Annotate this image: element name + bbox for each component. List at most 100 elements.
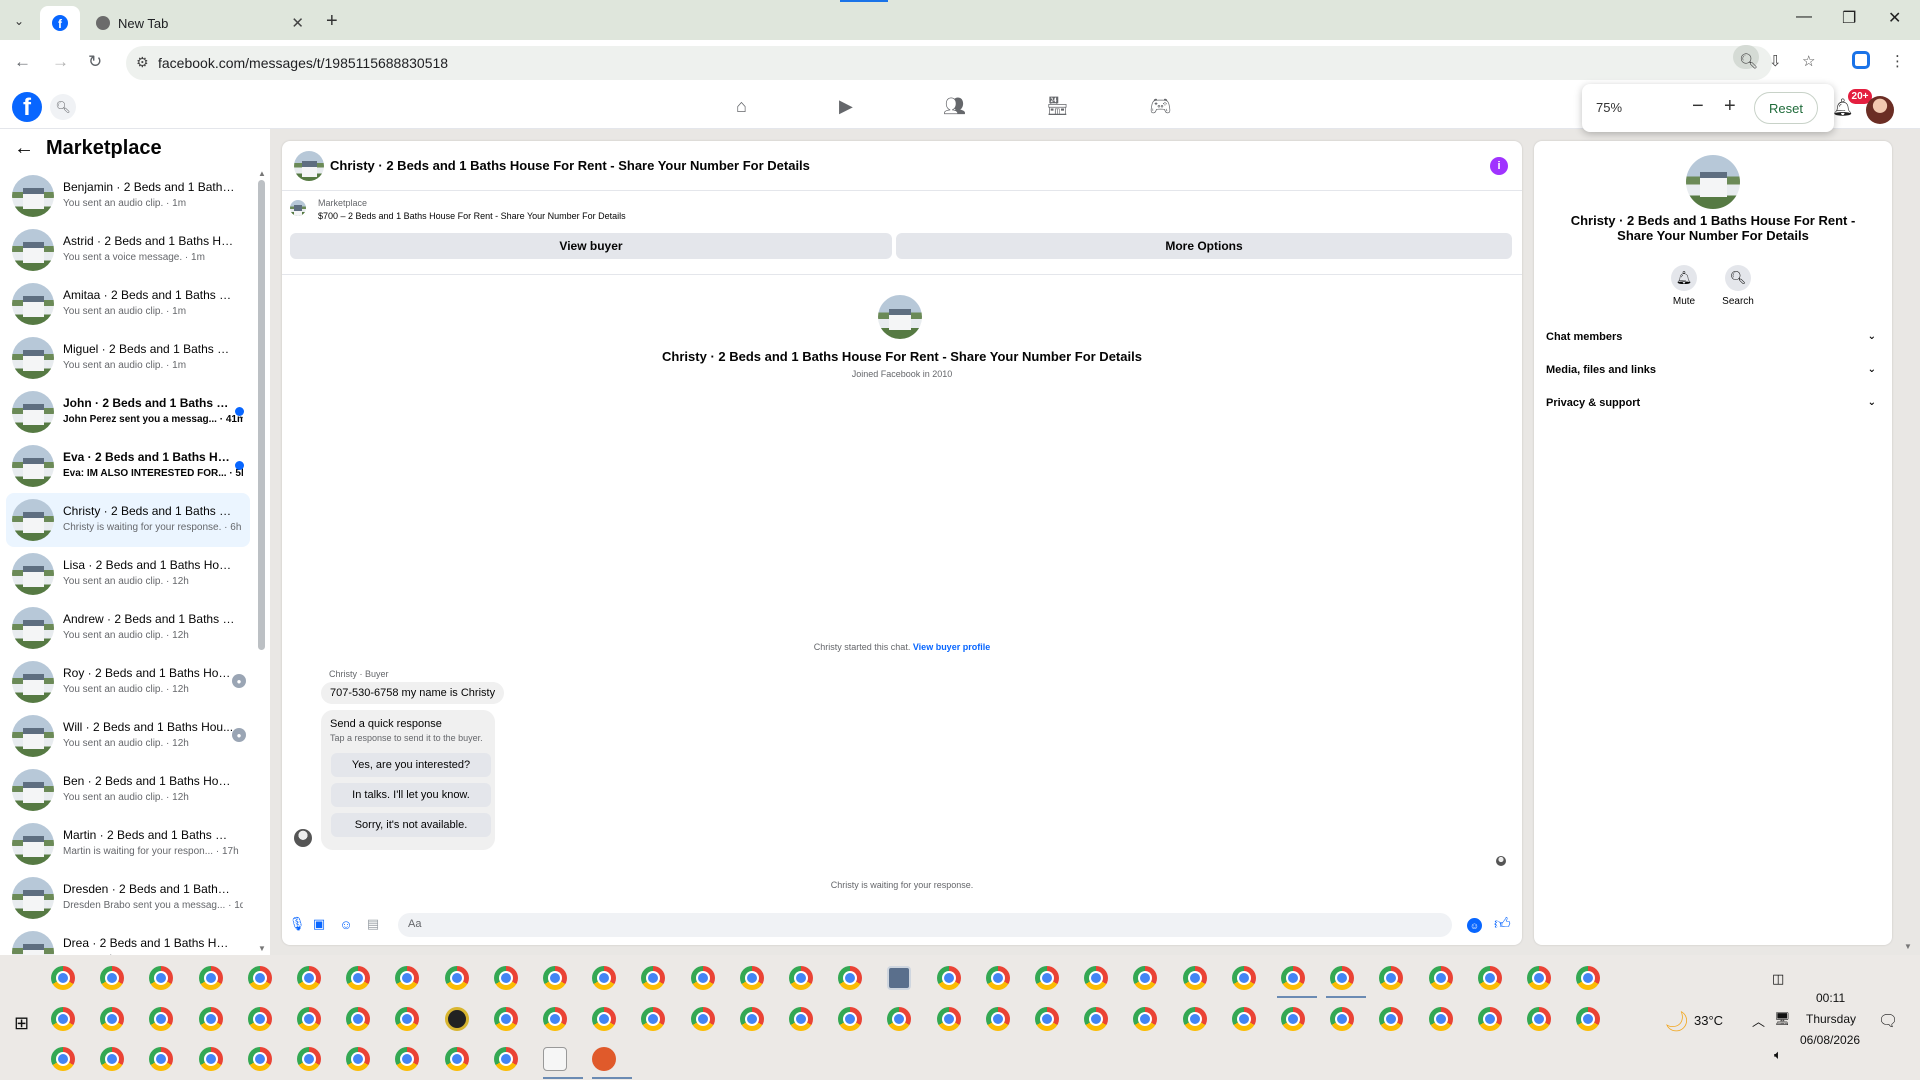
chrome-taskbar-icon[interactable] <box>690 1007 715 1031</box>
chrome-taskbar-icon[interactable] <box>346 966 371 990</box>
chrome-taskbar-icon[interactable] <box>838 966 863 990</box>
quick-reply-button[interactable]: Sorry, it's not available. <box>331 813 491 837</box>
chrome-taskbar-icon[interactable] <box>346 1007 371 1031</box>
bookmark-star-icon[interactable]: ☆ <box>1802 52 1815 70</box>
chrome-taskbar-icon[interactable] <box>838 1007 863 1031</box>
search-in-chat-button[interactable]: 🔍︎ Search <box>1718 265 1758 307</box>
chrome-taskbar-icon[interactable] <box>641 966 666 990</box>
friends-icon[interactable]: 👥︎ <box>943 96 966 117</box>
section-media-files-links[interactable]: Media, files and links ⌄ <box>1546 364 1880 386</box>
conversation-item[interactable]: Dresden · 2 Beds and 1 Baths H... Dresden… <box>6 871 250 925</box>
site-info-icon[interactable]: ⚙ <box>136 54 149 71</box>
chrome-taskbar-icon[interactable] <box>51 1047 75 1071</box>
conversation-item[interactable]: Drea · 2 Beds and 1 Baths Hous...Drea De… <box>6 925 250 955</box>
chrome-taskbar-icon[interactable] <box>395 966 420 990</box>
weather-icon[interactable]: 🌙︎ <box>1664 1009 1689 1034</box>
chrome-taskbar-icon[interactable] <box>1428 966 1453 990</box>
chrome-taskbar-icon[interactable] <box>1330 966 1355 990</box>
section-privacy-support[interactable]: Privacy & support ⌄ <box>1546 397 1880 419</box>
message-input[interactable]: Aa <box>398 913 1452 937</box>
chrome-taskbar-icon[interactable] <box>592 1007 617 1031</box>
menu-dots-icon[interactable]: ⋮ <box>1890 52 1905 70</box>
url-text[interactable]: facebook.com/messages/t/1985115688830518 <box>158 55 448 71</box>
back-button[interactable]: ← <box>14 52 31 72</box>
restore-button[interactable]: ❐ <box>1842 8 1856 28</box>
clock-date[interactable]: 06/08/2026 <box>1800 1033 1860 1047</box>
clock-time[interactable]: 00:11 <box>1816 991 1845 1005</box>
install-icon[interactable]: ⇩ <box>1769 52 1782 70</box>
page-scroll-down-arrow[interactable]: ▼ <box>1904 942 1912 951</box>
quick-reply-button[interactable]: Yes, are you interested? <box>331 753 491 777</box>
chrome-taskbar-icon[interactable] <box>149 966 174 990</box>
message-bubble[interactable]: 707-530-6758 my name is Christy <box>321 682 505 704</box>
chrome-taskbar-icon[interactable] <box>247 1047 272 1071</box>
tab-new-tab[interactable]: New Tab ✕ <box>92 6 314 40</box>
chrome-taskbar-icon[interactable] <box>690 966 715 990</box>
chrome-taskbar-icon[interactable] <box>592 966 617 990</box>
doc-taskbar-icon[interactable] <box>543 1047 567 1071</box>
chrome-taskbar-icon[interactable] <box>887 1007 912 1031</box>
chrome-taskbar-icon[interactable] <box>1035 1007 1059 1031</box>
gaming-icon[interactable]: 🎮︎ <box>1149 96 1172 117</box>
chrome-taskbar-icon[interactable] <box>543 1007 567 1031</box>
chrome-taskbar-icon[interactable] <box>1133 966 1158 990</box>
close-tab-icon[interactable]: ✕ <box>291 14 304 32</box>
forward-button[interactable]: → <box>52 52 69 72</box>
chrome-taskbar-icon[interactable] <box>198 966 223 990</box>
details-avatar[interactable] <box>1686 155 1740 209</box>
chrome-taskbar-icon[interactable] <box>985 966 1010 990</box>
conversation-item[interactable]: Amitaa · 2 Beds and 1 Baths Ho... You sen… <box>6 277 250 331</box>
chrome-taskbar-icon[interactable] <box>444 966 469 990</box>
sticker-icon[interactable]: ☺ <box>339 917 353 932</box>
chrome-taskbar-icon[interactable] <box>1576 1007 1601 1031</box>
chrome-taskbar-icon[interactable] <box>297 1047 321 1071</box>
conversation-item[interactable]: Will · 2 Beds and 1 Baths Hou... You sent… <box>6 709 250 763</box>
paint-taskbar-icon[interactable] <box>592 1047 617 1071</box>
chrome-taskbar-icon[interactable] <box>1231 966 1256 990</box>
chrome-taskbar-icon[interactable] <box>346 1047 371 1071</box>
chrome-taskbar-icon[interactable] <box>149 1007 174 1031</box>
notification-center-icon[interactable]: 🗨︎ <box>1878 1011 1898 1031</box>
zoom-in-button[interactable]: + <box>1724 95 1736 118</box>
tab-search-dropdown[interactable]: ⌄ <box>8 10 30 32</box>
mute-button[interactable]: 🔔︎ Mute <box>1664 265 1704 307</box>
conversation-item[interactable]: Martin · 2 Beds and 1 Baths Ho... Martin … <box>6 817 250 871</box>
chrome-taskbar-icon[interactable] <box>493 1047 518 1071</box>
section-chat-members[interactable]: Chat members ⌄ <box>1546 331 1880 353</box>
chrome-taskbar-icon[interactable] <box>1281 1007 1305 1031</box>
zoom-icon[interactable]: 🔍︎ <box>1739 52 1758 70</box>
chrome-taskbar-icon[interactable] <box>936 966 961 990</box>
conversation-item[interactable]: Christy · 2 Beds and 1 Baths Ho... Christ… <box>6 493 250 547</box>
chrome-taskbar-icon[interactable] <box>1084 966 1109 990</box>
listing-title[interactable]: $700 – 2 Beds and 1 Baths House For Rent… <box>318 211 626 221</box>
chrome-taskbar-icon[interactable] <box>1035 966 1059 990</box>
conversation-item[interactable]: John · 2 Beds and 1 Baths Hou... John Per… <box>6 385 250 439</box>
conversation-item[interactable]: Eva · 2 Beds and 1 Baths Hous... Eva: IM … <box>6 439 250 493</box>
chrome-taskbar-icon[interactable] <box>1576 966 1601 990</box>
thumbs-up-icon[interactable]: 👍︎ <box>1494 915 1511 934</box>
conversation-item[interactable]: Andrew · 2 Beds and 1 Baths Ho... You sen… <box>6 601 250 655</box>
chrome-taskbar-icon[interactable] <box>1477 966 1502 990</box>
scroll-up-arrow[interactable]: ▲ <box>258 169 266 178</box>
more-options-button[interactable]: More Options <box>896 233 1512 259</box>
view-buyer-profile-link[interactable]: View buyer profile <box>913 642 990 652</box>
quick-reply-button[interactable]: In talks. I'll let you know. <box>331 783 491 807</box>
windows-start-icon[interactable]: ⊞ <box>14 1013 29 1034</box>
facebook-logo[interactable]: f <box>12 92 42 122</box>
view-buyer-button[interactable]: View buyer <box>290 233 892 259</box>
gif-icon[interactable]: ▤ <box>366 916 380 931</box>
home-icon[interactable]: ⌂ <box>736 96 747 117</box>
volume-icon[interactable]: 🔈︎ <box>1774 1047 1782 1063</box>
chrome-taskbar-icon[interactable] <box>1330 1007 1355 1031</box>
chrome-taskbar-icon[interactable] <box>1428 1007 1453 1031</box>
chrome-taskbar-icon[interactable] <box>543 966 567 990</box>
chrome-taskbar-icon[interactable] <box>198 1047 223 1071</box>
extension-icon[interactable] <box>1852 51 1870 69</box>
weather-temp[interactable]: 33°C <box>1694 1013 1723 1028</box>
chrome-taskbar-icon[interactable] <box>395 1047 420 1071</box>
clock-day[interactable]: Thursday <box>1806 1012 1856 1026</box>
xbox-taskbar-icon[interactable] <box>444 1007 469 1031</box>
chrome-taskbar-icon[interactable] <box>247 966 272 990</box>
chrome-taskbar-icon[interactable] <box>149 1047 174 1071</box>
video-icon[interactable]: ▶ <box>839 96 853 117</box>
